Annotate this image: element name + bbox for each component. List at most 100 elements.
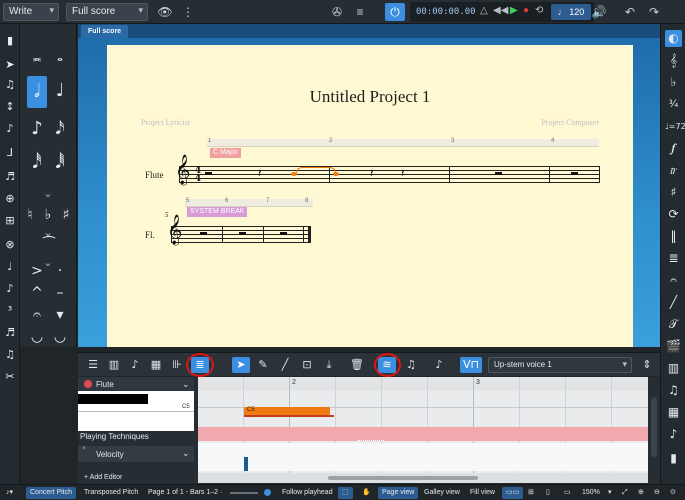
layout-grid-icon[interactable]: ▭▭ [502, 487, 524, 499]
tab-full-score[interactable]: Full score [81, 25, 129, 38]
velocity-lane[interactable] [198, 443, 648, 471]
select-arrow-icon[interactable]: ➤ [1, 56, 19, 74]
trill-icon[interactable]: ♬ [1, 324, 19, 342]
clapper-icon[interactable]: 🎬 [665, 338, 682, 355]
draw-tool-icon[interactable]: ✎ [254, 357, 272, 373]
tremolo-icon[interactable]: ≣ [665, 250, 682, 267]
follow-playhead-label[interactable]: Follow playhead [278, 487, 337, 499]
zoom-in-icon[interactable]: ⊕ [634, 487, 648, 499]
list-icon[interactable]: ☰ [84, 357, 102, 373]
more-icon[interactable]: ⋮ [178, 3, 198, 21]
harp-pedal-icon[interactable]: ♫ [665, 382, 682, 399]
undo-icon[interactable]: ↶ [622, 3, 638, 21]
layout-column-icon[interactable]: ▯ [542, 487, 554, 499]
record-arm-icon[interactable] [84, 380, 92, 388]
add-editor-button[interactable]: + Add Editor [84, 474, 122, 481]
loop-icon[interactable]: ⟲ [535, 5, 543, 16]
accent-icon[interactable]: > [28, 262, 46, 280]
marcato-icon[interactable]: ^ [28, 284, 46, 302]
close-icon[interactable]: × [82, 446, 86, 452]
window-icon[interactable]: ▮ [665, 450, 682, 467]
rhythm-icon[interactable]: ♪ [1, 280, 19, 298]
panel-toggle-icon[interactable]: ▮ [1, 32, 19, 50]
zoom-out-icon[interactable]: ⊖ [650, 487, 664, 499]
treble-clef[interactable]: 𝄞 [167, 215, 182, 246]
tie-curve[interactable] [296, 167, 336, 173]
force-duration-icon[interactable]: ⊞ [1, 212, 19, 230]
whole-rest[interactable] [280, 232, 287, 235]
black-key[interactable] [78, 394, 148, 404]
fretboard-icon[interactable]: ♪ [126, 357, 144, 373]
staccatissimo-icon[interactable]: ▾ [51, 306, 69, 324]
dynamics-icon[interactable]: 𝆑 [665, 140, 682, 157]
pitch-before-duration-icon[interactable]: ♩ [1, 258, 19, 276]
layout-grid-icon[interactable]: ⊞ [524, 487, 538, 499]
velocity-bar[interactable] [244, 457, 248, 471]
repeat-icon[interactable]: ⟳ [665, 206, 682, 223]
piano-roll-keys[interactable]: C5 [78, 391, 194, 431]
beam-icon[interactable]: ♫ [1, 346, 19, 364]
sixteenth-note-icon[interactable]: 𝅘𝅥𝅯 [51, 120, 69, 138]
tuplet-icon[interactable]: ♬ [1, 168, 19, 186]
treble-clef[interactable]: 𝄞 [175, 155, 190, 186]
system-break-label[interactable]: SYSTEM BREAK [187, 207, 248, 217]
quarter-rest[interactable]: 𝄽 [401, 167, 404, 181]
note-length-icon[interactable]: ♪ [430, 357, 448, 373]
quarter-rest[interactable]: 𝄽 [258, 167, 261, 181]
instrument-header[interactable]: Flute ⌄ [78, 377, 194, 391]
tempo-icon[interactable]: ♩=72 [665, 118, 685, 135]
text-icon[interactable]: 𝒯 [665, 316, 682, 333]
zoom-level[interactable]: 150% [578, 487, 604, 499]
grace-note-icon[interactable]: ⅃ [1, 144, 19, 162]
chevron-down-icon[interactable]: ⌄ [182, 448, 190, 459]
ornaments-icon[interactable]: 𝆖 [665, 162, 682, 179]
stress-icon[interactable]: ◡ [51, 328, 69, 346]
tempo-button[interactable]: ♩ 120 [551, 4, 591, 20]
drum-pad-icon[interactable]: ▦ [147, 357, 165, 373]
selection-tool-icon[interactable]: ⬚ [338, 487, 353, 499]
keyboard-icon[interactable]: ▥ [105, 357, 123, 373]
power-icon[interactable]: ⏻ [385, 3, 405, 21]
whole-note-icon[interactable]: 𝅝 [51, 48, 69, 66]
record-icon[interactable]: ● [523, 5, 529, 16]
eighth-note-icon[interactable]: ♪ [28, 120, 46, 138]
lyricist-text[interactable]: Project Lyricist [141, 118, 190, 127]
composer-text[interactable]: Project Composer [541, 118, 599, 127]
velocity-header[interactable]: × Velocity ⌄ [78, 446, 194, 462]
voice-toggle-icon[interactable]: V⊓ [460, 357, 482, 373]
resize-tool-icon[interactable]: ⊡ [298, 357, 316, 373]
transposed-pitch-button[interactable]: Transposed Pitch [80, 487, 142, 499]
whole-rest[interactable] [239, 232, 246, 235]
chevron-down-icon[interactable]: ▾ [604, 487, 616, 499]
page-view-button[interactable]: Page view [378, 487, 419, 499]
mixer-icon[interactable]: ⊪ [168, 357, 186, 373]
whole-rest[interactable] [571, 172, 578, 175]
cue-icon[interactable]: ♪ [665, 426, 682, 443]
zoom-slider[interactable] [230, 492, 258, 494]
breath-mark-icon[interactable]: ◡ [28, 328, 46, 346]
galley-view-button[interactable]: Galley view [420, 487, 464, 499]
mixer-icon[interactable]: ≡ [351, 3, 369, 21]
scissors-icon[interactable]: ✂ [1, 368, 19, 386]
fit-page-icon[interactable]: ⤢ [618, 487, 632, 499]
half-note-icon[interactable]: 𝅗𝅥 [27, 76, 47, 108]
note-input-icon[interactable]: ♫ [1, 76, 19, 94]
palette-icon[interactable]: ◐ [665, 30, 682, 47]
note-icon[interactable]: ♪▾ [2, 487, 17, 499]
project-title[interactable]: Untitled Project 1 [107, 87, 633, 107]
grid-ruler[interactable]: 2 3 [198, 377, 648, 391]
sixty-fourth-note-icon[interactable]: 𝅘𝅥𝅱 [51, 154, 69, 172]
staccato-icon[interactable]: · [51, 262, 69, 280]
playing-techniques-lane[interactable] [198, 427, 648, 441]
whole-rest[interactable] [495, 172, 502, 175]
lock-duration-icon[interactable]: ⊕ [1, 190, 19, 208]
redo-icon[interactable]: ↷ [646, 3, 662, 21]
layout-select[interactable]: Full score ▾ [66, 3, 148, 21]
horizontal-scrollbar[interactable] [198, 473, 648, 483]
volume-icon[interactable]: 🔊 [591, 3, 607, 21]
select-tool-icon[interactable]: ➤ [232, 357, 250, 373]
key-signature-label[interactable]: C Major [210, 148, 241, 158]
vertical-scrollbar[interactable] [651, 397, 657, 457]
triplet-icon[interactable]: ³ [1, 302, 19, 320]
slur-icon[interactable]: ⁀ [34, 236, 64, 254]
